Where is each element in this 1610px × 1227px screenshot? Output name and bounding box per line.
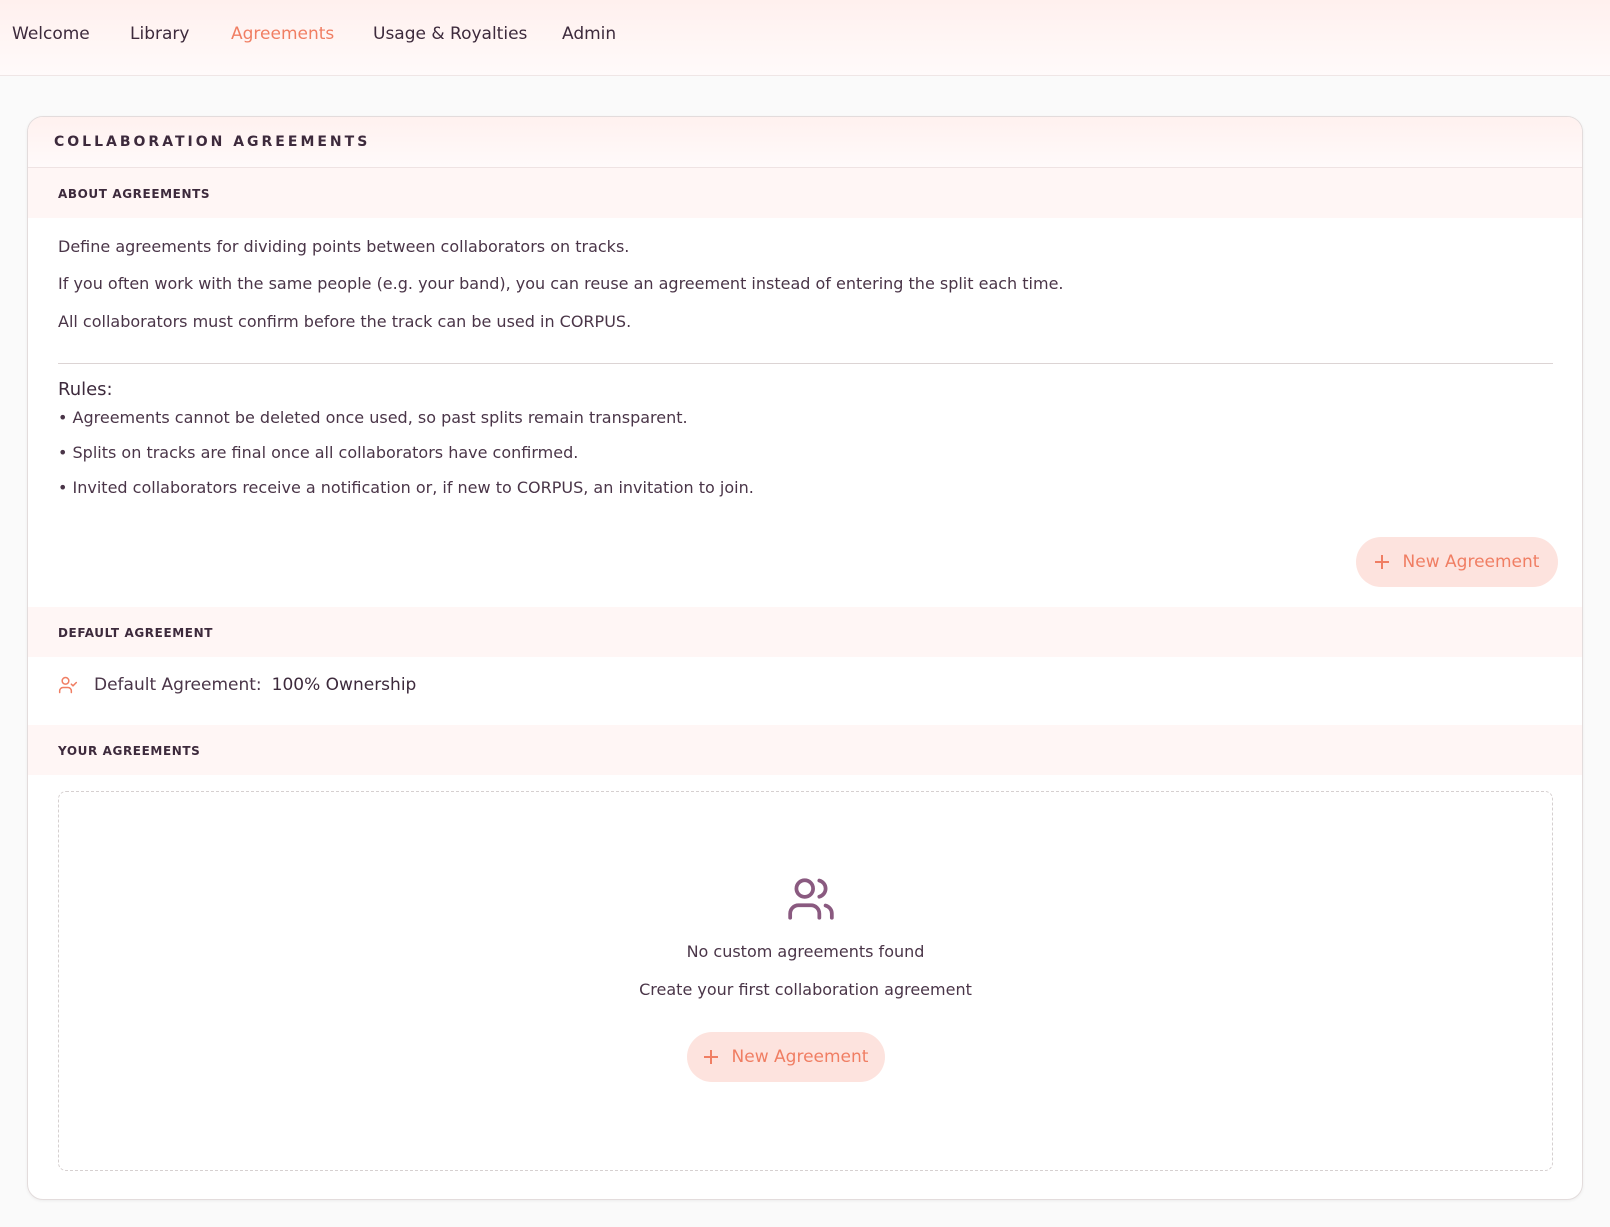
nav-library[interactable]: Library bbox=[130, 24, 189, 44]
about-paragraph: If you often work with the same people (… bbox=[58, 274, 1064, 293]
card-header: COLLABORATION AGREEMENTS bbox=[28, 117, 1582, 168]
new-agreement-label: New Agreement bbox=[731, 1047, 869, 1067]
rules-title: Rules: bbox=[58, 379, 113, 400]
plus-icon bbox=[703, 1050, 718, 1064]
rule-item: • Agreements cannot be deleted once used… bbox=[58, 408, 688, 427]
users-icon bbox=[788, 878, 834, 920]
your-agreements-label: YOUR AGREEMENTS bbox=[58, 744, 201, 758]
about-paragraph: Define agreements for dividing points be… bbox=[58, 237, 630, 256]
empty-state: No custom agreements found Create your f… bbox=[58, 791, 1553, 1171]
nav-agreements[interactable]: Agreements bbox=[231, 24, 334, 44]
card-title: COLLABORATION AGREEMENTS bbox=[54, 134, 371, 150]
default-agreement-label: DEFAULT AGREEMENT bbox=[58, 626, 214, 640]
empty-state-subtitle: Create your first collaboration agreemen… bbox=[639, 980, 972, 999]
default-agreement-section-header: DEFAULT AGREEMENT bbox=[28, 607, 1582, 657]
your-agreements-section-header: YOUR AGREEMENTS bbox=[28, 725, 1582, 775]
empty-state-title: No custom agreements found bbox=[686, 942, 925, 961]
rule-item: • Splits on tracks are final once all co… bbox=[58, 443, 579, 462]
user-check-icon bbox=[58, 676, 78, 694]
plus-icon bbox=[1374, 555, 1389, 569]
top-navigation: Welcome Library Agreements Usage & Royal… bbox=[0, 0, 1610, 76]
default-agreement-value: 100% Ownership bbox=[271, 675, 417, 695]
new-agreement-empty-button[interactable]: New Agreement bbox=[687, 1032, 885, 1082]
rule-item: • Invited collaborators receive a notifi… bbox=[58, 478, 754, 497]
about-section-label: ABOUT AGREEMENTS bbox=[58, 187, 211, 201]
nav-usage-royalties[interactable]: Usage & Royalties bbox=[373, 24, 527, 44]
new-agreement-label: New Agreement bbox=[1402, 552, 1540, 572]
about-paragraph: All collaborators must confirm before th… bbox=[58, 312, 632, 331]
nav-admin[interactable]: Admin bbox=[562, 24, 616, 44]
about-section-header: ABOUT AGREEMENTS bbox=[28, 168, 1582, 218]
default-agreement-row-label: Default Agreement: bbox=[94, 675, 262, 695]
new-agreement-button[interactable]: New Agreement bbox=[1356, 537, 1558, 587]
agreements-card: COLLABORATION AGREEMENTS ABOUT AGREEMENT… bbox=[27, 116, 1583, 1200]
default-agreement-row: Default Agreement: 100% Ownership bbox=[58, 675, 416, 695]
divider bbox=[58, 363, 1553, 364]
nav-welcome[interactable]: Welcome bbox=[12, 24, 90, 44]
